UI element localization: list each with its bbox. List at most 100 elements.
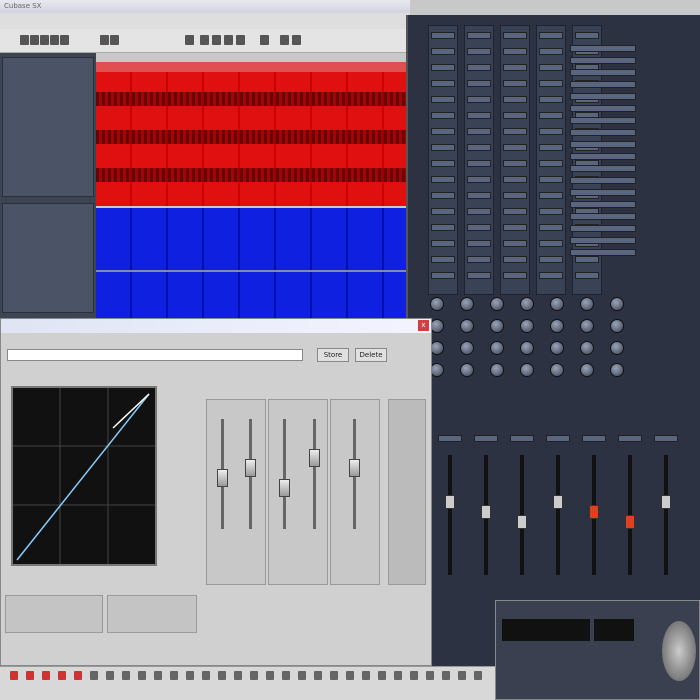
eraser-icon[interactable] bbox=[60, 35, 69, 45]
insert-slot[interactable] bbox=[431, 128, 455, 135]
insert-slot[interactable] bbox=[431, 48, 455, 55]
insert-slot[interactable] bbox=[467, 48, 491, 55]
open-icon[interactable] bbox=[280, 35, 289, 45]
insert-slot[interactable] bbox=[467, 192, 491, 199]
transport-button[interactable] bbox=[234, 671, 242, 680]
insert-slot[interactable] bbox=[467, 144, 491, 151]
undo-icon[interactable] bbox=[40, 35, 49, 45]
insert-slot[interactable] bbox=[431, 96, 455, 103]
insert-slot[interactable] bbox=[467, 272, 491, 279]
insert-slot[interactable] bbox=[539, 96, 563, 103]
knob-icon[interactable] bbox=[610, 297, 624, 311]
insert-slot[interactable] bbox=[467, 256, 491, 263]
insert-slot[interactable] bbox=[431, 32, 455, 39]
knob-icon[interactable] bbox=[430, 341, 444, 355]
fader-icon[interactable] bbox=[661, 495, 671, 509]
parameter-fader[interactable] bbox=[349, 419, 360, 529]
insert-slot[interactable] bbox=[503, 96, 527, 103]
timeline-ruler[interactable] bbox=[96, 62, 406, 72]
transport-button[interactable] bbox=[202, 671, 210, 680]
knob-icon[interactable] bbox=[580, 341, 594, 355]
send-slot[interactable] bbox=[570, 141, 636, 148]
send-slot[interactable] bbox=[570, 189, 636, 196]
insert-slot[interactable] bbox=[431, 160, 455, 167]
parameter-fader[interactable] bbox=[309, 419, 320, 529]
insert-slot[interactable] bbox=[467, 240, 491, 247]
fader-icon[interactable] bbox=[625, 515, 635, 529]
transport-button[interactable] bbox=[218, 671, 226, 680]
insert-slot[interactable] bbox=[467, 80, 491, 87]
insert-slot[interactable] bbox=[539, 224, 563, 231]
send-slot[interactable] bbox=[570, 225, 636, 232]
fader-track[interactable] bbox=[517, 455, 527, 575]
insert-slot[interactable] bbox=[539, 256, 563, 263]
insert-slot[interactable] bbox=[539, 112, 563, 119]
send-slot[interactable] bbox=[570, 69, 636, 76]
fader-track[interactable] bbox=[553, 455, 563, 575]
transport-button[interactable] bbox=[138, 671, 146, 680]
insert-slot[interactable] bbox=[503, 160, 527, 167]
mute-icon[interactable] bbox=[582, 435, 606, 442]
knob-icon[interactable] bbox=[490, 363, 504, 377]
insert-slot[interactable] bbox=[431, 64, 455, 71]
mute-icon[interactable] bbox=[654, 435, 678, 442]
knob-icon[interactable] bbox=[430, 363, 444, 377]
insert-slot[interactable] bbox=[467, 96, 491, 103]
insert-slot[interactable] bbox=[539, 272, 563, 279]
knob-icon[interactable] bbox=[610, 341, 624, 355]
open-icon[interactable] bbox=[185, 35, 194, 45]
send-slot[interactable] bbox=[570, 213, 636, 220]
insert-slot[interactable] bbox=[467, 112, 491, 119]
parameter-fader[interactable] bbox=[245, 419, 256, 529]
transport-button[interactable] bbox=[346, 671, 354, 680]
insert-slot[interactable] bbox=[467, 176, 491, 183]
fader-track[interactable] bbox=[625, 455, 635, 575]
jog-wheel[interactable] bbox=[662, 621, 696, 681]
insert-slot[interactable] bbox=[539, 128, 563, 135]
insert-slot[interactable] bbox=[431, 208, 455, 215]
insert-slot[interactable] bbox=[503, 80, 527, 87]
mute-icon[interactable] bbox=[510, 435, 534, 442]
send-slot[interactable] bbox=[570, 45, 636, 52]
insert-slot[interactable] bbox=[503, 256, 527, 263]
zoom-icon[interactable] bbox=[100, 35, 109, 45]
open-icon[interactable] bbox=[30, 35, 39, 45]
fader-icon[interactable] bbox=[217, 469, 228, 487]
insert-slot[interactable] bbox=[467, 208, 491, 215]
insert-slot[interactable] bbox=[503, 144, 527, 151]
knob-icon[interactable] bbox=[460, 297, 474, 311]
insert-slot[interactable] bbox=[503, 208, 527, 215]
insert-slot[interactable] bbox=[431, 240, 455, 247]
insert-slot[interactable] bbox=[539, 176, 563, 183]
insert-slot[interactable] bbox=[575, 256, 599, 263]
insert-slot[interactable] bbox=[467, 224, 491, 231]
insert-slot[interactable] bbox=[431, 256, 455, 263]
insert-slot[interactable] bbox=[539, 144, 563, 151]
knob-icon[interactable] bbox=[550, 341, 564, 355]
transport-button[interactable] bbox=[266, 671, 274, 680]
insert-slot[interactable] bbox=[431, 192, 455, 199]
fader-icon[interactable] bbox=[245, 459, 256, 477]
transport-button[interactable] bbox=[106, 671, 114, 680]
waveform-left-channel[interactable] bbox=[96, 72, 406, 206]
insert-slot[interactable] bbox=[575, 32, 599, 39]
send-slot[interactable] bbox=[570, 117, 636, 124]
transport-button[interactable] bbox=[378, 671, 386, 680]
save-icon[interactable] bbox=[110, 35, 119, 45]
transport-button[interactable] bbox=[362, 671, 370, 680]
knob-icon[interactable] bbox=[490, 341, 504, 355]
insert-slot[interactable] bbox=[503, 112, 527, 119]
track-left[interactable] bbox=[2, 57, 94, 197]
insert-slot[interactable] bbox=[503, 48, 527, 55]
insert-slot[interactable] bbox=[539, 64, 563, 71]
fader-icon[interactable] bbox=[553, 495, 563, 509]
undo-icon[interactable] bbox=[292, 35, 301, 45]
waveform-right-channel[interactable] bbox=[96, 208, 406, 318]
transport-button[interactable] bbox=[330, 671, 338, 680]
insert-slot[interactable] bbox=[431, 272, 455, 279]
knob-icon[interactable] bbox=[610, 319, 624, 333]
fader-track[interactable] bbox=[481, 455, 491, 575]
insert-slot[interactable] bbox=[503, 272, 527, 279]
knob-icon[interactable] bbox=[610, 363, 624, 377]
store-button[interactable]: Store bbox=[317, 348, 349, 362]
